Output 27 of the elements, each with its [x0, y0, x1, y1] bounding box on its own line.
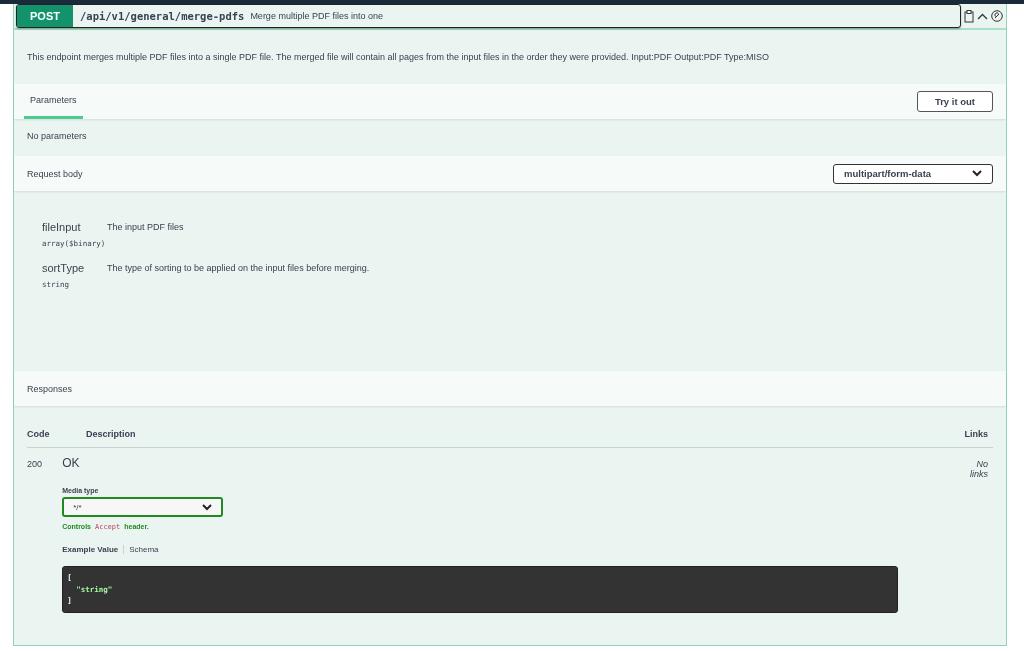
- field-name: sortType: [42, 262, 86, 274]
- media-type-select[interactable]: */*: [62, 497, 224, 517]
- example-tab[interactable]: Schema: [124, 545, 164, 554]
- response-description: OK: [62, 456, 81, 470]
- response-code: 200: [27, 458, 44, 471]
- method-badge: POST: [17, 5, 73, 27]
- request-body-label: Request body: [27, 168, 83, 179]
- field-description: The input PDF files: [107, 222, 184, 234]
- column-header: Description: [86, 429, 137, 439]
- chevron-down-icon: [972, 170, 982, 177]
- column-header: Code: [27, 429, 51, 439]
- example-tab[interactable]: Example Value: [62, 545, 125, 554]
- parameters-tab[interactable]: Parameters: [24, 84, 83, 119]
- chevron-down-icon: [202, 503, 213, 511]
- no-parameters-text: No parameters: [26, 130, 88, 143]
- endpoint-path: /api/v1/general/merge-pdfs: [80, 10, 245, 22]
- field-name: fileInput: [42, 221, 82, 233]
- chevron-up-icon[interactable]: [977, 12, 988, 20]
- clipboard-icon[interactable]: [964, 9, 974, 23]
- try-it-out-button[interactable]: Try it out: [916, 91, 993, 112]
- content-type-select[interactable]: multipart/form-data: [833, 163, 993, 184]
- operation-summary-bar[interactable]: POST /api/v1/general/merge-pdfs Merge multiple PDF files into one: [16, 4, 961, 28]
- responses-label: Responses: [27, 383, 73, 394]
- column-header: Links: [963, 429, 989, 439]
- field-description: The type of sorting to be applied on the input files before merging.: [107, 263, 370, 275]
- links-cell-text: No links: [969, 458, 989, 481]
- operation-summary: Merge multiple PDF files into one: [250, 11, 383, 21]
